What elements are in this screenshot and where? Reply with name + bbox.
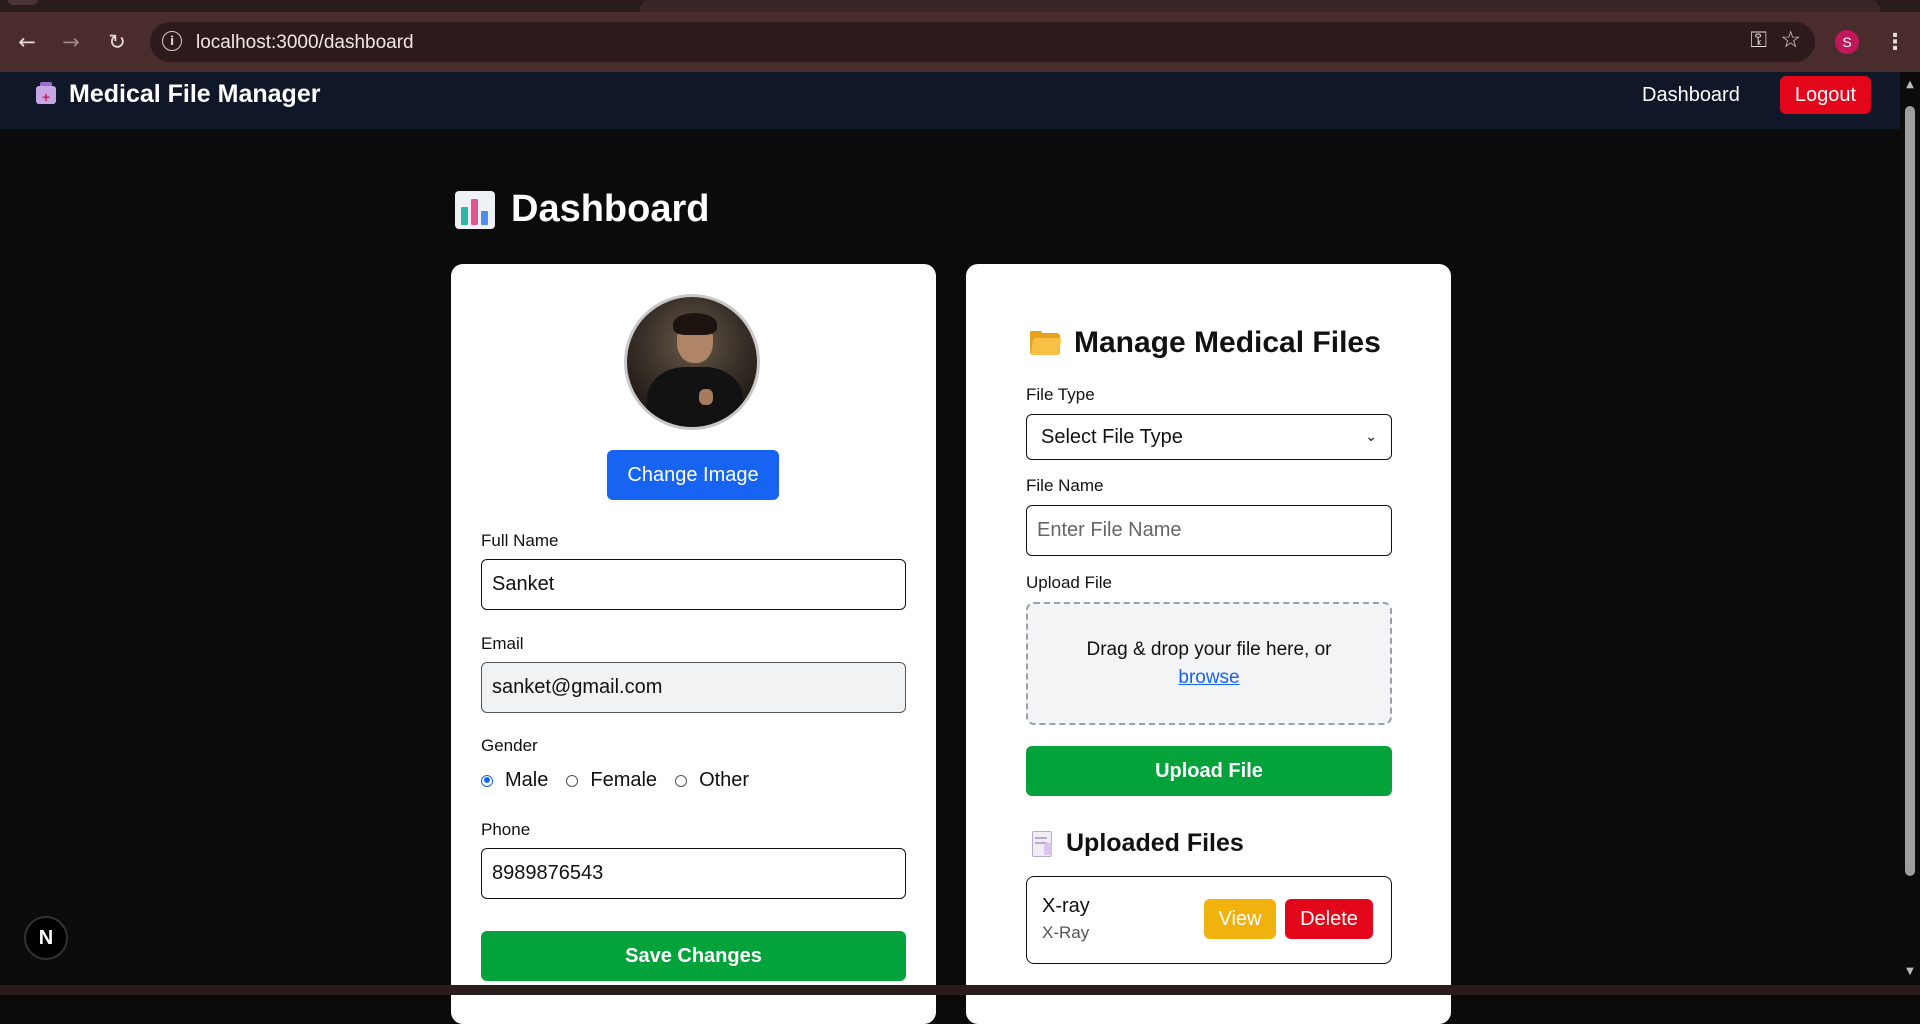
dropzone-text: Drag & drop your file here, or	[1086, 638, 1332, 660]
page-scrollbar[interactable]: ▲ ▼	[1900, 72, 1920, 985]
phone-label: Phone	[481, 820, 531, 839]
files-card: Manage Medical Files File Type Select Fi…	[966, 264, 1451, 1024]
folder-icon	[1030, 331, 1062, 355]
key-icon[interactable]: ⚿	[1750, 28, 1767, 53]
manage-files-title: Manage Medical Files	[1074, 326, 1381, 359]
kebab-menu-icon[interactable]: ⋮	[1880, 27, 1910, 57]
file-type-select[interactable]: Select File Type ⌄	[1026, 414, 1392, 460]
uploaded-files-heading: Uploaded Files	[1030, 829, 1244, 858]
upload-file-button[interactable]: Upload File	[1026, 746, 1392, 796]
forward-arrow-icon[interactable]: →	[56, 27, 86, 57]
profile-avatar[interactable]: S	[1835, 30, 1859, 54]
save-changes-button[interactable]: Save Changes	[481, 931, 906, 981]
scrollbar-thumb[interactable]	[1905, 106, 1915, 876]
manage-files-heading: Manage Medical Files	[1030, 326, 1381, 360]
profile-card: Change Image Full Name Sanket Email sank…	[451, 264, 936, 1024]
logout-button[interactable]: Logout	[1780, 76, 1871, 114]
taskbar-strip	[0, 985, 1920, 995]
file-name-label: File Name	[1026, 476, 1104, 495]
radio-button[interactable]	[566, 774, 579, 787]
radio-button[interactable]	[481, 774, 493, 787]
gender-label: Gender	[481, 736, 538, 755]
nextjs-dev-indicator[interactable]: N	[24, 916, 68, 960]
browser-tab-active[interactable]	[640, 0, 1880, 12]
browser-tab[interactable]	[8, 0, 38, 5]
gender-option-label: Other	[699, 769, 750, 791]
file-item-name: X-ray	[1042, 895, 1090, 917]
page-title-text: Dashboard	[511, 188, 710, 230]
file-type-label: File Type	[1026, 385, 1095, 404]
nav-dashboard-link[interactable]: Dashboard	[1642, 84, 1740, 107]
back-arrow-icon[interactable]: ←	[12, 27, 42, 57]
gender-option-other[interactable]: Other	[675, 769, 749, 792]
gender-radio-group: Male Female Other	[481, 769, 767, 792]
full-name-input[interactable]: Sanket	[481, 559, 906, 610]
profile-photo	[624, 294, 760, 430]
radio-button[interactable]	[675, 774, 688, 787]
bar-chart-icon	[455, 190, 495, 229]
phone-input[interactable]: 8989876543	[481, 848, 906, 899]
uploaded-file-item: X-ray X-Ray View Delete	[1026, 876, 1392, 964]
uploaded-files-title: Uploaded Files	[1066, 829, 1244, 857]
gender-option-label: Female	[590, 769, 658, 791]
upload-file-label: Upload File	[1026, 573, 1112, 592]
gender-option-male[interactable]: Male	[481, 769, 548, 792]
gender-option-label: Male	[505, 769, 549, 791]
email-label: Email	[481, 634, 524, 653]
address-bar[interactable]: i localhost:3000/dashboard ⚿ ☆	[150, 22, 1815, 62]
document-icon	[1030, 830, 1052, 857]
brand[interactable]: + Medical File Manager	[35, 80, 320, 109]
full-name-label: Full Name	[481, 531, 559, 550]
hospital-icon: +	[35, 81, 57, 108]
file-name-input[interactable]: Enter File Name	[1026, 505, 1392, 556]
scroll-up-arrow-icon[interactable]: ▲	[1904, 78, 1916, 90]
file-item-type: X-Ray	[1042, 923, 1090, 942]
browser-tab-strip	[0, 0, 1920, 12]
view-file-button[interactable]: View	[1204, 899, 1276, 939]
star-icon[interactable]: ☆	[1780, 27, 1801, 53]
browser-toolbar: ← → ↻ i localhost:3000/dashboard ⚿ ☆ S ⋮	[0, 12, 1920, 72]
delete-file-button[interactable]: Delete	[1285, 899, 1373, 939]
page-title: Dashboard	[455, 188, 709, 231]
info-icon[interactable]: i	[162, 31, 182, 51]
gender-option-female[interactable]: Female	[566, 769, 657, 792]
file-type-selected: Select File Type	[1041, 425, 1183, 448]
reload-icon[interactable]: ↻	[102, 27, 132, 57]
file-dropzone[interactable]: Drag & drop your file here, or browse	[1026, 602, 1392, 725]
change-image-button[interactable]: Change Image	[607, 450, 779, 500]
email-input[interactable]: sanket@gmail.com	[481, 662, 906, 713]
app-navbar: + Medical File Manager Dashboard Logout	[0, 72, 1900, 129]
address-url[interactable]: localhost:3000/dashboard	[196, 32, 414, 54]
scroll-down-arrow-icon[interactable]: ▼	[1904, 965, 1916, 977]
browse-link[interactable]: browse	[1178, 667, 1239, 689]
chevron-down-icon: ⌄	[1365, 429, 1377, 445]
brand-name: Medical File Manager	[69, 80, 321, 108]
